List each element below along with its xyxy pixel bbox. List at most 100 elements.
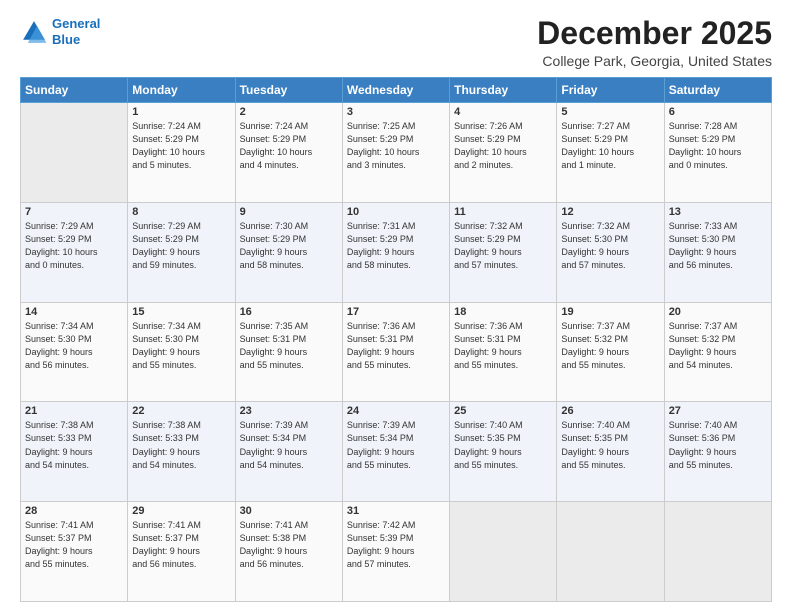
calendar-day-cell: 6Sunrise: 7:28 AMSunset: 5:29 PMDaylight… [664, 103, 771, 203]
logo-text: General Blue [52, 16, 100, 47]
calendar-week-row: 21Sunrise: 7:38 AMSunset: 5:33 PMDayligh… [21, 402, 772, 502]
day-number: 22 [132, 405, 230, 417]
day-info: Sunrise: 7:24 AMSunset: 5:29 PMDaylight:… [240, 120, 338, 172]
day-number: 18 [454, 306, 552, 318]
logo: General Blue [20, 16, 100, 47]
day-info: Sunrise: 7:40 AMSunset: 5:35 PMDaylight:… [454, 419, 552, 471]
day-info: Sunrise: 7:36 AMSunset: 5:31 PMDaylight:… [347, 320, 445, 372]
day-of-week-header: Wednesday [342, 78, 449, 103]
day-info: Sunrise: 7:29 AMSunset: 5:29 PMDaylight:… [25, 220, 123, 272]
day-number: 30 [240, 505, 338, 517]
subtitle: College Park, Georgia, United States [537, 53, 772, 69]
day-info: Sunrise: 7:42 AMSunset: 5:39 PMDaylight:… [347, 519, 445, 571]
calendar-day-cell: 28Sunrise: 7:41 AMSunset: 5:37 PMDayligh… [21, 502, 128, 602]
calendar-body: 1 Sunrise: 7:24 AMSunset: 5:29 PMDaylight… [21, 103, 772, 602]
calendar-day-cell [21, 103, 128, 203]
calendar-week-row: 7Sunrise: 7:29 AMSunset: 5:29 PMDaylight… [21, 202, 772, 302]
day-number: 4 [454, 106, 552, 118]
page: General Blue December 2025 College Park,… [0, 0, 792, 612]
day-number: 16 [240, 306, 338, 318]
day-info: Sunrise: 7:41 AMSunset: 5:37 PMDaylight:… [132, 519, 230, 571]
day-of-week-header: Saturday [664, 78, 771, 103]
day-number: 28 [25, 505, 123, 517]
day-number: 13 [669, 206, 767, 218]
calendar-day-cell [557, 502, 664, 602]
day-info: Sunrise: 7:35 AMSunset: 5:31 PMDaylight:… [240, 320, 338, 372]
day-number: 10 [347, 206, 445, 218]
day-info: Sunrise: 7:25 AMSunset: 5:29 PMDaylight:… [347, 120, 445, 172]
day-number: 5 [561, 106, 659, 118]
day-of-week-header: Sunday [21, 78, 128, 103]
calendar-day-cell: 25 Sunrise: 7:40 AMSunset: 5:35 PMDayligh… [450, 402, 557, 502]
day-number: 2 [240, 106, 338, 118]
day-info: Sunrise: 7:27 AMSunset: 5:29 PMDaylight:… [561, 120, 659, 172]
calendar-day-cell: 27 Sunrise: 7:40 AMSunset: 5:36 PMDayligh… [664, 402, 771, 502]
calendar-week-row: 14 Sunrise: 7:34 AMSunset: 5:30 PMDayligh… [21, 302, 772, 402]
day-info: Sunrise: 7:37 AMSunset: 5:32 PMDaylight:… [561, 320, 659, 372]
day-number: 27 [669, 405, 767, 417]
calendar-day-cell: 26 Sunrise: 7:40 AMSunset: 5:35 PMDayligh… [557, 402, 664, 502]
day-info: Sunrise: 7:34 AMSunset: 5:30 PMDaylight:… [132, 320, 230, 372]
day-info: Sunrise: 7:31 AMSunset: 5:29 PMDaylight:… [347, 220, 445, 272]
calendar-day-cell: 7Sunrise: 7:29 AMSunset: 5:29 PMDaylight… [21, 202, 128, 302]
day-info: Sunrise: 7:29 AMSunset: 5:29 PMDaylight:… [132, 220, 230, 272]
day-info: Sunrise: 7:26 AMSunset: 5:29 PMDaylight:… [454, 120, 552, 172]
day-info: Sunrise: 7:41 AMSunset: 5:38 PMDaylight:… [240, 519, 338, 571]
title-block: December 2025 College Park, Georgia, Uni… [537, 16, 772, 69]
day-info: Sunrise: 7:33 AMSunset: 5:30 PMDaylight:… [669, 220, 767, 272]
calendar-day-cell: 3 Sunrise: 7:25 AMSunset: 5:29 PMDaylight… [342, 103, 449, 203]
day-number: 29 [132, 505, 230, 517]
day-info: Sunrise: 7:32 AMSunset: 5:29 PMDaylight:… [454, 220, 552, 272]
day-number: 8 [132, 206, 230, 218]
day-number: 17 [347, 306, 445, 318]
calendar-day-cell: 18 Sunrise: 7:36 AMSunset: 5:31 PMDayligh… [450, 302, 557, 402]
calendar: SundayMondayTuesdayWednesdayThursdayFrid… [20, 77, 772, 602]
day-info: Sunrise: 7:38 AMSunset: 5:33 PMDaylight:… [25, 419, 123, 471]
calendar-day-cell: 14Sunrise: 7:34 AMSunset: 5:30 PMDayligh… [21, 302, 128, 402]
day-number: 20 [669, 306, 767, 318]
day-of-week-header: Friday [557, 78, 664, 103]
calendar-day-cell: 1Sunrise: 7:24 AMSunset: 5:29 PMDaylight… [128, 103, 235, 203]
calendar-day-cell: 30 Sunrise: 7:41 AMSunset: 5:38 PMDayligh… [235, 502, 342, 602]
day-info: Sunrise: 7:38 AMSunset: 5:33 PMDaylight:… [132, 419, 230, 471]
day-info: Sunrise: 7:39 AMSunset: 5:34 PMDaylight:… [240, 419, 338, 471]
calendar-day-cell: 24Sunrise: 7:39 AMSunset: 5:34 PMDayligh… [342, 402, 449, 502]
day-number: 23 [240, 405, 338, 417]
day-number: 25 [454, 405, 552, 417]
calendar-day-cell: 31 Sunrise: 7:42 AMSunset: 5:39 PMDayligh… [342, 502, 449, 602]
header: General Blue December 2025 College Park,… [20, 16, 772, 69]
calendar-day-cell: 29 Sunrise: 7:41 AMSunset: 5:37 PMDayligh… [128, 502, 235, 602]
day-info: Sunrise: 7:36 AMSunset: 5:31 PMDaylight:… [454, 320, 552, 372]
calendar-day-cell: 16 Sunrise: 7:35 AMSunset: 5:31 PMDayligh… [235, 302, 342, 402]
day-number: 1 [132, 106, 230, 118]
calendar-day-cell: 5 Sunrise: 7:27 AMSunset: 5:29 PMDaylight… [557, 103, 664, 203]
day-number: 31 [347, 505, 445, 517]
day-number: 24 [347, 405, 445, 417]
day-of-week-header: Tuesday [235, 78, 342, 103]
calendar-day-cell: 10 Sunrise: 7:31 AMSunset: 5:29 PMDayligh… [342, 202, 449, 302]
day-number: 3 [347, 106, 445, 118]
calendar-day-cell: 4 Sunrise: 7:26 AMSunset: 5:29 PMDaylight… [450, 103, 557, 203]
calendar-day-cell [450, 502, 557, 602]
logo-icon [20, 18, 48, 46]
calendar-day-cell: 22 Sunrise: 7:38 AMSunset: 5:33 PMDayligh… [128, 402, 235, 502]
day-number: 14 [25, 306, 123, 318]
day-info: Sunrise: 7:40 AMSunset: 5:36 PMDaylight:… [669, 419, 767, 471]
calendar-day-cell: 21Sunrise: 7:38 AMSunset: 5:33 PMDayligh… [21, 402, 128, 502]
calendar-week-row: 1 Sunrise: 7:24 AMSunset: 5:29 PMDaylight… [21, 103, 772, 203]
day-number: 15 [132, 306, 230, 318]
day-number: 11 [454, 206, 552, 218]
calendar-day-cell: 15 Sunrise: 7:34 AMSunset: 5:30 PMDayligh… [128, 302, 235, 402]
day-of-week-header: Thursday [450, 78, 557, 103]
calendar-day-cell: 13 Sunrise: 7:33 AMSunset: 5:30 PMDayligh… [664, 202, 771, 302]
calendar-day-cell: 8 Sunrise: 7:29 AMSunset: 5:29 PMDaylight… [128, 202, 235, 302]
calendar-day-cell: 23 Sunrise: 7:39 AMSunset: 5:34 PMDayligh… [235, 402, 342, 502]
day-info: Sunrise: 7:30 AMSunset: 5:29 PMDaylight:… [240, 220, 338, 272]
day-number: 9 [240, 206, 338, 218]
day-info: Sunrise: 7:32 AMSunset: 5:30 PMDaylight:… [561, 220, 659, 272]
day-number: 12 [561, 206, 659, 218]
day-info: Sunrise: 7:40 AMSunset: 5:35 PMDaylight:… [561, 419, 659, 471]
calendar-day-cell [664, 502, 771, 602]
day-number: 19 [561, 306, 659, 318]
day-number: 26 [561, 405, 659, 417]
